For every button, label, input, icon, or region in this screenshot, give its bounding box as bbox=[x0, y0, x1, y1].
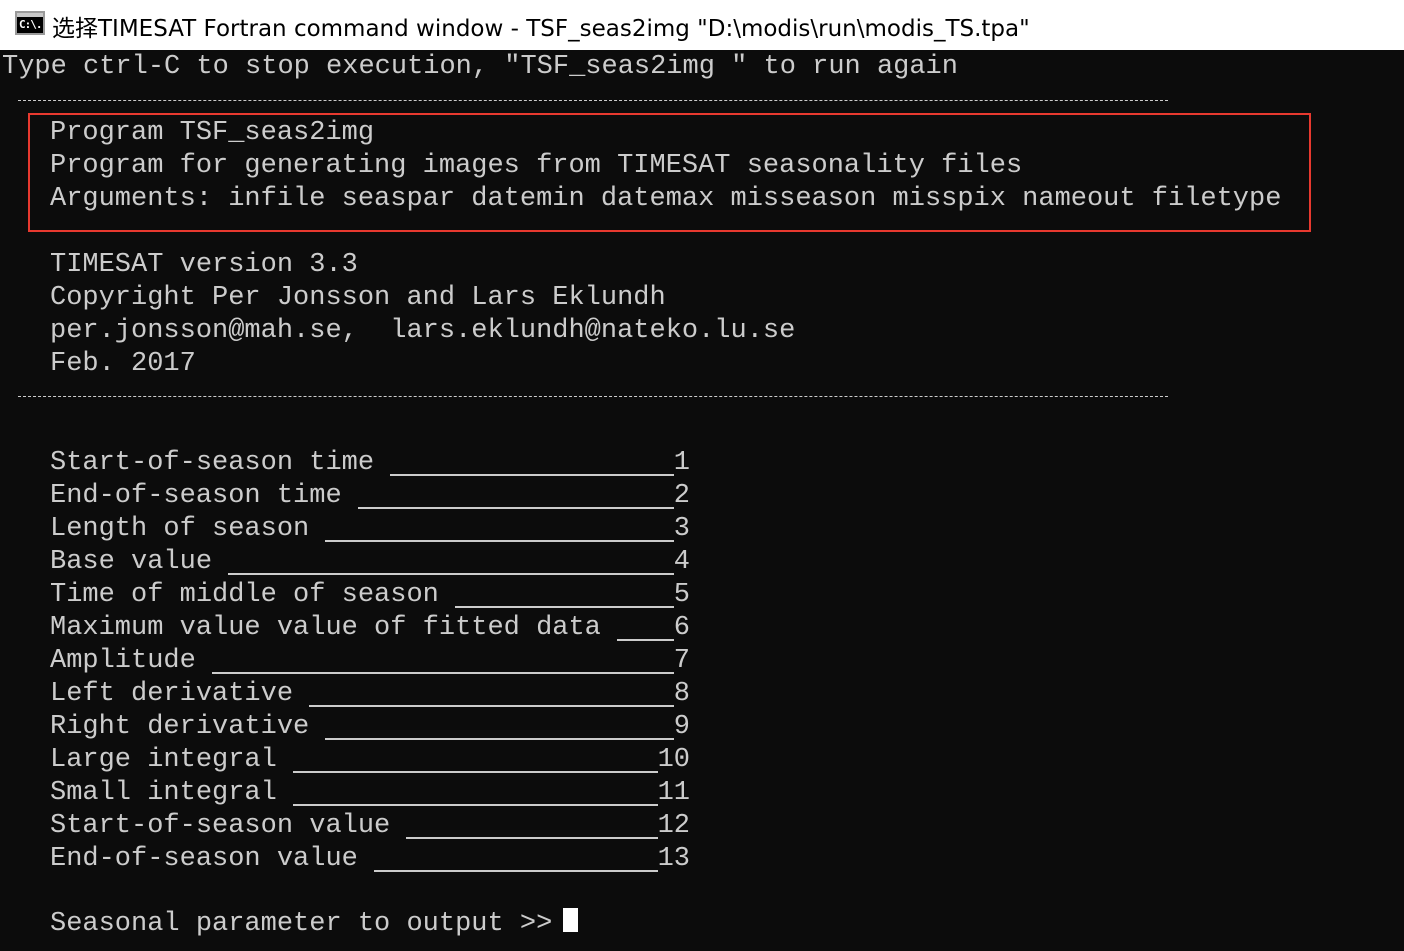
text-cursor[interactable] bbox=[563, 908, 578, 932]
emails-line: per.jonsson@mah.se, lars.eklundh@nateko.… bbox=[50, 316, 796, 346]
menu-item-number: 6 bbox=[673, 613, 690, 643]
menu-item: Start-of-season time 1 bbox=[50, 447, 700, 480]
menu-item-label: Right derivative bbox=[50, 712, 310, 742]
program-name: Program TSF_seas2img bbox=[50, 118, 375, 148]
program-arguments: Arguments: infile seaspar datemin datema… bbox=[50, 184, 1282, 214]
menu-item-number: 8 bbox=[673, 679, 690, 709]
menu-item-number: 4 bbox=[673, 547, 690, 577]
menu-item-label: Small integral bbox=[50, 778, 277, 808]
input-prompt: Seasonal parameter to output >> bbox=[50, 909, 553, 939]
menu-item-label: End-of-season time bbox=[50, 481, 342, 511]
version-line: TIMESAT version 3.3 bbox=[50, 250, 358, 280]
menu-item: Left derivative 8 bbox=[50, 678, 700, 711]
console-icon-glyph: C:\. bbox=[19, 18, 42, 31]
menu-item-label: Start-of-season time bbox=[50, 448, 375, 478]
menu-item-label: Start-of-season value bbox=[50, 811, 391, 841]
menu-item-leader-line bbox=[325, 540, 674, 542]
menu-item-leader-line bbox=[374, 870, 658, 872]
menu-item-label: End-of-season value bbox=[50, 844, 358, 874]
menu-item: Start-of-season value 12 bbox=[50, 810, 700, 843]
menu-item-leader-line bbox=[357, 507, 674, 509]
menu-item-leader-line bbox=[455, 606, 674, 608]
menu-item-number: 7 bbox=[673, 646, 690, 676]
intro-line: Type ctrl-C to stop execution, "TSF_seas… bbox=[2, 52, 958, 82]
menu-item: End-of-season value 13 bbox=[50, 843, 700, 876]
menu-item-number: 9 bbox=[673, 712, 690, 742]
menu-item-leader-line bbox=[617, 639, 674, 641]
menu-item-number: 11 bbox=[657, 778, 690, 808]
program-description: Program for generating images from TIMES… bbox=[50, 151, 1023, 181]
window-title-bar[interactable]: C:\. 选择TIMESAT Fortran command window - … bbox=[0, 0, 1404, 50]
menu-item-leader-line bbox=[293, 804, 658, 806]
menu-item: End-of-season time 2 bbox=[50, 480, 700, 513]
window-title: 选择TIMESAT Fortran command window - TSF_s… bbox=[52, 16, 1030, 42]
menu-item: Maximum value value of fitted data 6 bbox=[50, 612, 700, 645]
menu-item-label: Left derivative bbox=[50, 679, 294, 709]
menu-item-leader-line bbox=[309, 705, 674, 707]
menu-item-number: 1 bbox=[673, 448, 690, 478]
menu-item-number: 10 bbox=[657, 745, 690, 775]
menu-item-label: Large integral bbox=[50, 745, 277, 775]
menu-item-leader-line bbox=[228, 573, 674, 575]
menu-item: Large integral 10 bbox=[50, 744, 700, 777]
separator-bottom bbox=[18, 396, 1168, 397]
menu-item-leader-line bbox=[406, 837, 658, 839]
menu-item-leader-line bbox=[325, 738, 674, 740]
separator-top bbox=[18, 100, 1168, 101]
menu-item-leader-line bbox=[293, 771, 658, 773]
menu-item-leader-line bbox=[390, 474, 674, 476]
menu-item-number: 2 bbox=[673, 481, 690, 511]
console-output-area[interactable]: Type ctrl-C to stop execution, "TSF_seas… bbox=[0, 50, 1404, 951]
copyright-line: Copyright Per Jonsson and Lars Eklundh bbox=[50, 283, 666, 313]
menu-item-number: 5 bbox=[673, 580, 690, 610]
menu-item: Small integral 11 bbox=[50, 777, 700, 810]
menu-item: Length of season 3 bbox=[50, 513, 700, 546]
menu-item: Amplitude 7 bbox=[50, 645, 700, 678]
menu-item-label: Base value bbox=[50, 547, 213, 577]
menu-item-label: Amplitude bbox=[50, 646, 196, 676]
menu-item: Base value 4 bbox=[50, 546, 700, 579]
menu-item-leader-line bbox=[212, 672, 674, 674]
menu-item-label: Length of season bbox=[50, 514, 310, 544]
menu-item-label: Time of middle of season bbox=[50, 580, 439, 610]
menu-item: Right derivative 9 bbox=[50, 711, 700, 744]
menu-item-number: 3 bbox=[673, 514, 690, 544]
date-line: Feb. 2017 bbox=[50, 349, 196, 379]
menu-item-number: 12 bbox=[657, 811, 690, 841]
menu-item-label: Maximum value value of fitted data bbox=[50, 613, 601, 643]
menu-item-number: 13 bbox=[657, 844, 690, 874]
console-app-icon[interactable]: C:\. bbox=[15, 11, 45, 35]
menu-item: Time of middle of season 5 bbox=[50, 579, 700, 612]
